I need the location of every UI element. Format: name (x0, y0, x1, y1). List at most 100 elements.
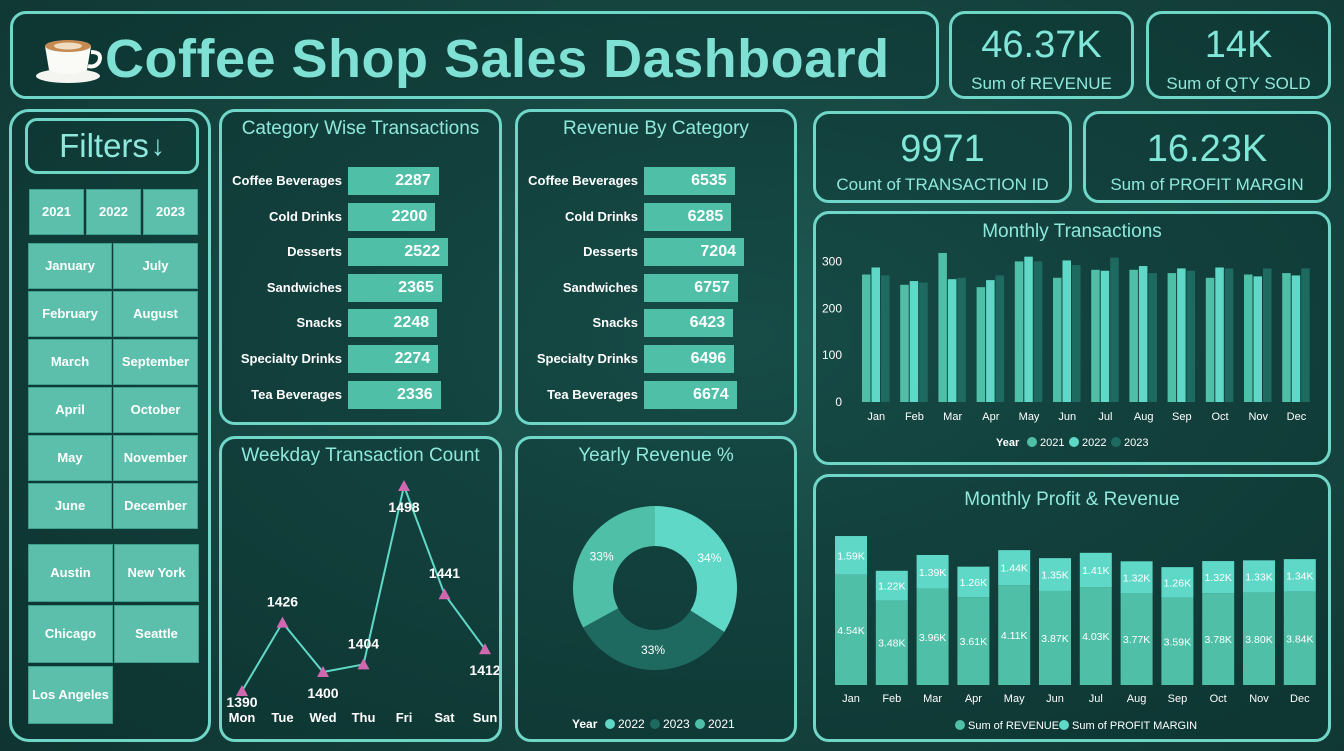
revenue-value-label: 3.87K (1041, 633, 1068, 645)
month-filter-may[interactable]: May (28, 435, 112, 481)
year-filter-2023[interactable]: 2023 (143, 189, 198, 235)
x-tick-label: Jul (1098, 411, 1112, 423)
revenue-value-label: 3.48K (878, 638, 905, 650)
month-filter-november[interactable]: November (113, 435, 198, 481)
cat-trans-row[interactable]: Specialty Drinks 2274 (222, 345, 499, 373)
x-tick-label: Oct (1210, 693, 1227, 705)
city-filter-new-york[interactable]: New York (114, 544, 199, 602)
monthly-bar-2022[interactable] (1291, 275, 1301, 402)
cat-trans-row[interactable]: Snacks 2248 (222, 309, 499, 338)
monthly-bar-2021[interactable] (1091, 269, 1100, 402)
cat-trans-value-label: 2522 (404, 243, 440, 261)
cat-trans-row[interactable]: Cold Drinks 2200 (222, 202, 499, 231)
monthly-bar-2022[interactable] (1177, 268, 1186, 402)
monthly-bar-2023[interactable] (881, 275, 890, 402)
monthly-bar-2021[interactable] (938, 252, 947, 402)
cat-trans-category-label: Tea Beverages (251, 386, 342, 402)
monthly-bar-2022[interactable] (1100, 270, 1110, 402)
weekday-marker[interactable] (398, 480, 410, 491)
city-filter-seattle[interactable]: Seattle (114, 605, 199, 663)
weekday-marker[interactable] (276, 616, 289, 628)
city-filter-chicago[interactable]: Chicago (28, 605, 113, 663)
monthly-bar-2023[interactable] (1148, 273, 1157, 402)
monthly-bar-2022[interactable] (1215, 267, 1224, 402)
monthly-bar-2023[interactable] (1301, 268, 1310, 402)
year-filter-2022[interactable]: 2022 (86, 189, 141, 235)
monthly-bar-2021[interactable] (1014, 261, 1024, 402)
x-tick-label: May (1019, 411, 1040, 423)
monthly-bar-2021[interactable] (1244, 274, 1253, 403)
month-filter-april[interactable]: April (28, 387, 112, 433)
city-filter-los-angeles[interactable]: Los Angeles (28, 666, 113, 724)
donut-slice-label: 33% (641, 643, 665, 657)
monthly-bar-2022[interactable] (947, 279, 957, 402)
weekday-axis-label: Sun (473, 710, 498, 725)
monthly-bar-2022[interactable] (1024, 256, 1033, 402)
cat-rev-row[interactable]: Desserts 7204 (518, 238, 794, 267)
monthly-bar-2022[interactable] (986, 280, 995, 402)
monthly-bar-2021[interactable] (862, 274, 871, 403)
weekday-marker[interactable] (438, 588, 451, 600)
month-filter-september[interactable]: September (113, 339, 198, 385)
cat-rev-row[interactable]: Coffee Beverages 6535 (518, 167, 794, 195)
weekday-marker[interactable] (357, 658, 370, 670)
cat-rev-value-label: 6496 (690, 350, 727, 367)
profit-value-label: 1.35K (1041, 570, 1068, 582)
month-filter-july[interactable]: July (113, 243, 198, 289)
cat-trans-value-label: 2248 (393, 314, 430, 332)
monthly-bar-2022[interactable] (1138, 266, 1148, 402)
x-tick-label: Oct (1211, 411, 1228, 423)
cat-rev-category-label: Sandwiches (562, 279, 638, 295)
monthly-bar-2021[interactable] (1205, 277, 1215, 402)
monthly-bar-2022[interactable] (1062, 260, 1072, 402)
legend-label: 2022 (1082, 437, 1106, 449)
monthly-bar-2021[interactable] (976, 287, 986, 402)
cat-rev-row[interactable]: Tea Beverages 6674 (518, 380, 794, 409)
donut-slice-2022[interactable] (655, 506, 737, 632)
month-filter-march[interactable]: March (28, 339, 112, 385)
cat-rev-row[interactable]: Cold Drinks 6285 (518, 202, 794, 231)
cat-trans-row[interactable]: Desserts 2522 (222, 238, 499, 267)
monthly-bar-2021[interactable] (1129, 269, 1138, 402)
donut-slice-2021[interactable] (573, 506, 655, 628)
month-filter-december[interactable]: December (113, 483, 198, 529)
cat-rev-value-label: 6423 (689, 314, 726, 332)
monthly-bar-2022[interactable] (909, 281, 919, 402)
month-filter-august[interactable]: August (113, 291, 198, 337)
month-filter-june[interactable]: June (28, 483, 112, 529)
cat-rev-category-label: Cold Drinks (565, 208, 638, 224)
cat-rev-row[interactable]: Sandwiches 6757 (518, 273, 794, 302)
monthly-profit-chart: 4.54K 1.59K Jan 3.48K 1.22K Feb 3.96K 1.39K Mar 3… (835, 536, 1316, 732)
month-filter-january[interactable]: January (28, 243, 112, 289)
cat-rev-row[interactable]: Specialty Drinks 6496 (518, 345, 794, 373)
month-filter-february[interactable]: February (28, 291, 112, 337)
monthly-bar-2023[interactable] (995, 275, 1005, 402)
monthly-bar-2023[interactable] (1033, 261, 1043, 402)
monthly-bar-2023[interactable] (919, 282, 928, 402)
monthly-bar-2021[interactable] (1282, 273, 1291, 402)
monthly-bar-2023[interactable] (1186, 270, 1196, 402)
monthly-bar-2021[interactable] (1053, 277, 1062, 402)
filters-panel: Filters ↓ 2021 2022 2023 January February Ma… (9, 109, 211, 742)
cat-trans-row[interactable]: Tea Beverages 2336 (222, 380, 499, 409)
cat-trans-row[interactable]: Coffee Beverages 2287 (222, 167, 499, 195)
monthly-bar-2023[interactable] (1224, 268, 1234, 402)
monthly-bar-2022[interactable] (1253, 276, 1263, 402)
monthly-bar-2023[interactable] (1110, 257, 1119, 402)
monthly-bar-2021[interactable] (900, 284, 909, 402)
profit-value-label: 1.44K (1000, 563, 1027, 575)
monthly-bar-2023[interactable] (1072, 265, 1081, 402)
city-filter-austin[interactable]: Austin (28, 544, 113, 602)
monthly-bar-2021[interactable] (1167, 273, 1177, 402)
cat-trans-row[interactable]: Sandwiches 2365 (222, 273, 499, 302)
x-tick-label: Jul (1089, 693, 1103, 705)
donut-slice-label: 34% (697, 551, 721, 565)
month-filter-october[interactable]: October (113, 387, 198, 433)
monthly-bar-2022[interactable] (871, 267, 881, 402)
cat-rev-value-label: 7204 (700, 243, 736, 261)
year-filter-2021[interactable]: 2021 (29, 189, 84, 235)
cat-rev-row[interactable]: Snacks 6423 (518, 309, 794, 338)
monthly-bar-2023[interactable] (1263, 268, 1272, 402)
profit-value-label: 1.22K (878, 581, 905, 593)
monthly-bar-2023[interactable] (957, 277, 966, 402)
